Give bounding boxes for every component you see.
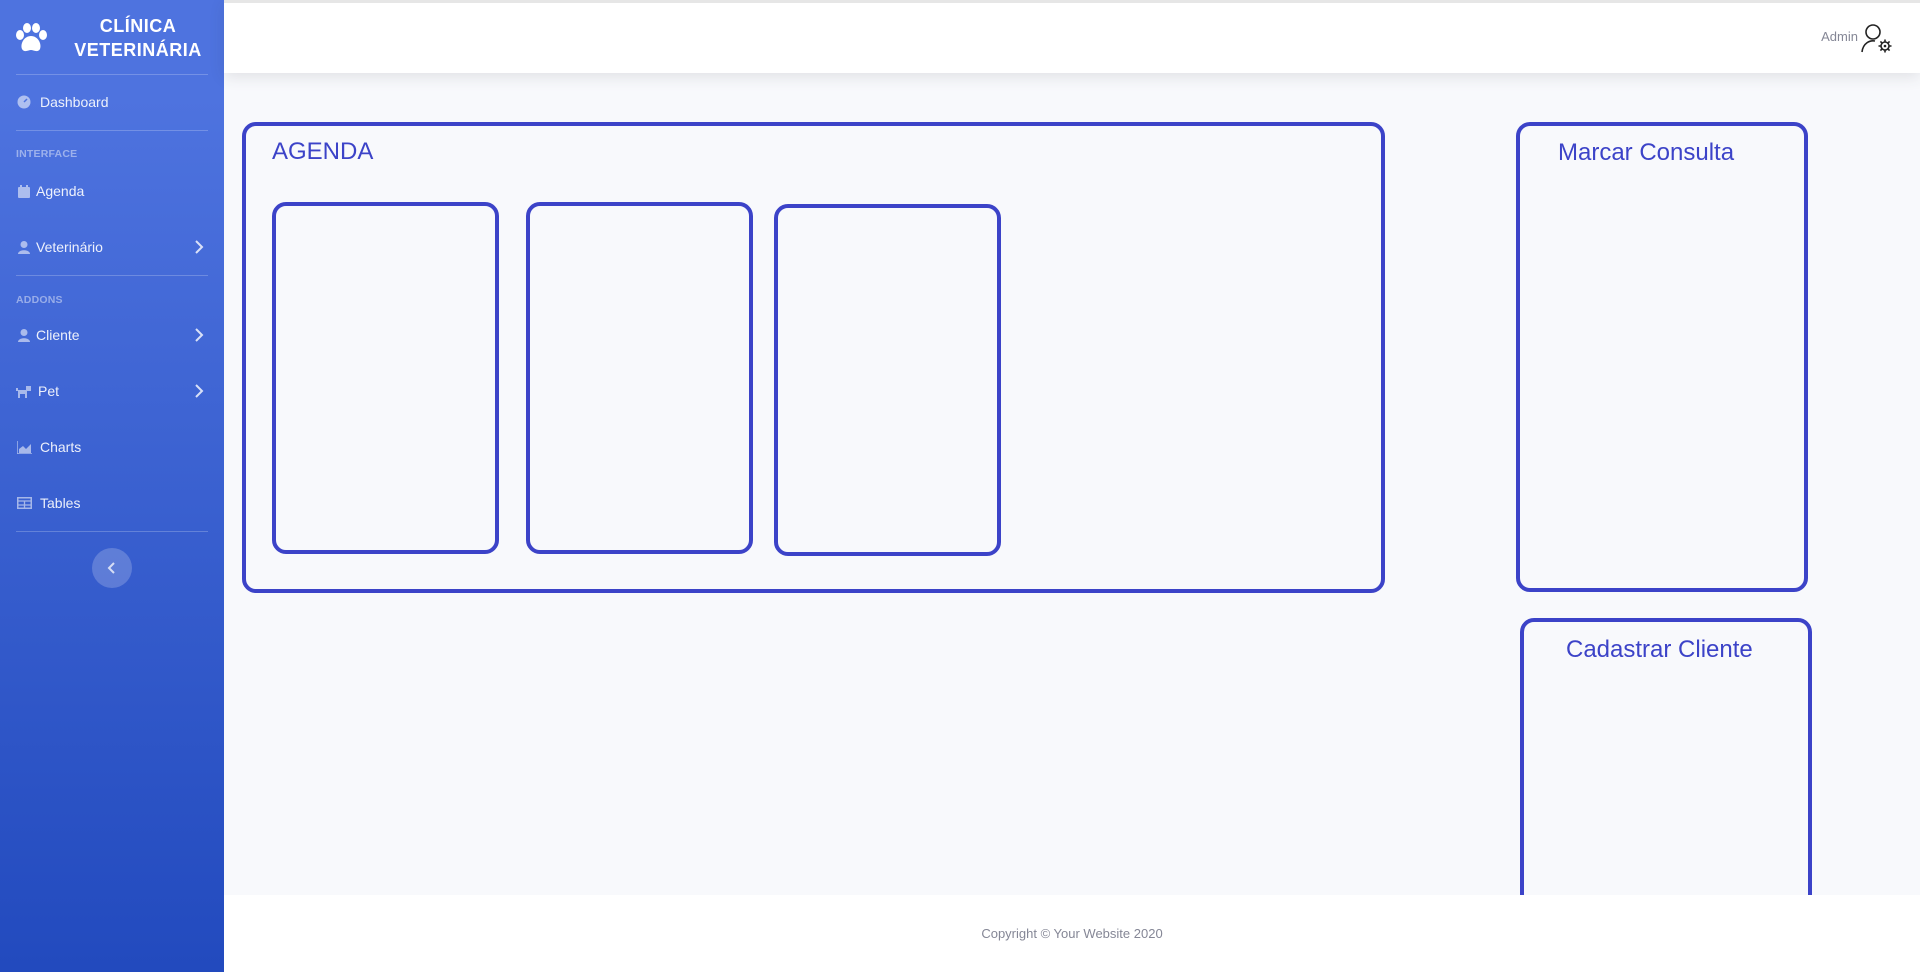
sidebar-item-label: Veterinário [36, 239, 103, 255]
area-chart-icon [16, 439, 32, 455]
sidebar-item-pet[interactable]: Pet [0, 371, 224, 411]
user-icon [16, 327, 32, 343]
sidebar-item-charts[interactable]: Charts [0, 427, 224, 467]
cadastrar-cliente-title: Cadastrar Cliente [1566, 636, 1753, 663]
chevron-right-icon [195, 384, 204, 398]
sidebar-item-cliente[interactable]: Cliente [0, 315, 224, 355]
agenda-title: AGENDA [272, 138, 374, 165]
tachometer-icon [16, 94, 32, 110]
sidebar-item-label: Cliente [36, 327, 80, 343]
marcar-consulta-title: Marcar Consulta [1558, 139, 1735, 166]
sidebar-item-tables[interactable]: Tables [0, 483, 224, 523]
sidebar-item-label: Charts [40, 439, 82, 455]
sidebar-item-label: Tables [40, 495, 81, 511]
table-icon [16, 495, 32, 511]
sidebar-toggle-button[interactable] [92, 548, 132, 588]
calendar-icon [16, 183, 32, 199]
chevron-left-icon [107, 562, 115, 574]
sidebar-item-label: Agenda [36, 183, 85, 199]
brand[interactable]: CLÍNICA VETERINÁRIA [0, 0, 224, 74]
paw-icon [16, 23, 47, 52]
agenda-card[interactable] [272, 202, 499, 554]
sidebar: CLÍNICA VETERINÁRIA Dashboard INTERFACE … [0, 0, 224, 972]
agenda-card[interactable] [774, 204, 1001, 556]
sidebar-item-agenda[interactable]: Agenda [0, 171, 224, 211]
user-icon [16, 239, 32, 255]
sidebar-divider [16, 74, 208, 75]
sidebar-heading-addons: ADDONS [16, 294, 63, 306]
sidebar-divider [16, 130, 208, 131]
sidebar-divider [16, 275, 208, 276]
sidebar-heading-interface: INTERFACE [16, 148, 78, 160]
user-name[interactable]: Admin [1821, 29, 1858, 44]
agenda-panel: AGENDA [242, 122, 1385, 593]
main-content: AGENDA Marcar Consulta Cadastrar Cliente [224, 73, 1920, 918]
sidebar-item-veterinario[interactable]: Veterinário [0, 227, 224, 267]
brand-line-1: CLÍNICA [99, 16, 177, 36]
topbar: Admin [224, 0, 1920, 73]
brand-title: CLÍNICA VETERINÁRIA [60, 14, 216, 62]
user-gear-icon[interactable] [1860, 21, 1894, 55]
marcar-consulta-panel[interactable]: Marcar Consulta [1516, 122, 1808, 592]
sidebar-item-dashboard[interactable]: Dashboard [0, 82, 224, 122]
agenda-card[interactable] [526, 202, 753, 554]
chevron-right-icon [195, 328, 204, 342]
chevron-right-icon [195, 240, 204, 254]
sidebar-item-label: Dashboard [40, 94, 109, 110]
copyright-text: Copyright © Your Website 2020 [981, 926, 1163, 941]
dog-icon [16, 383, 32, 399]
footer: Copyright © Your Website 2020 [224, 895, 1920, 972]
brand-line-2: VETERINÁRIA [74, 40, 202, 60]
cadastrar-cliente-panel[interactable]: Cadastrar Cliente [1520, 618, 1812, 918]
sidebar-item-label: Pet [38, 383, 60, 399]
sidebar-divider [16, 531, 208, 532]
